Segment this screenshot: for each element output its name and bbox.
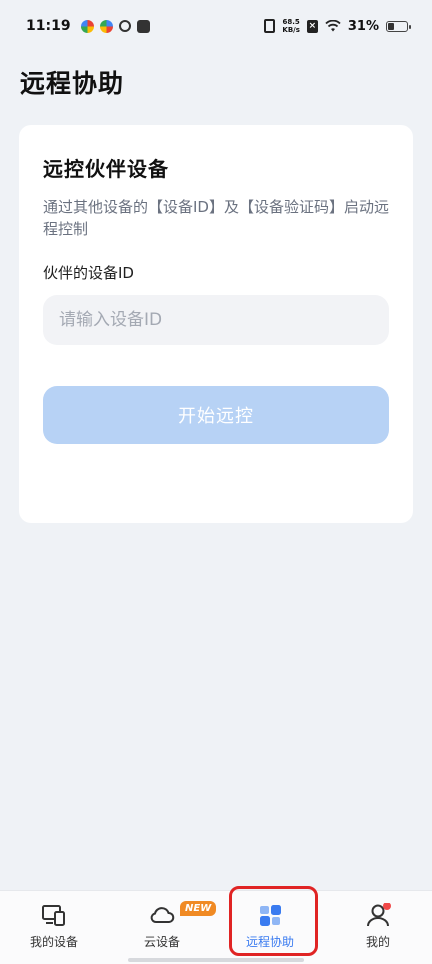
notification-dot: [383, 903, 391, 910]
status-time: 11:19: [26, 18, 71, 34]
link-notification-icon: [118, 20, 131, 32]
nav-item-remote-assist[interactable]: 远程协助: [216, 891, 324, 964]
page-title: 远程协助: [20, 69, 125, 98]
profile-icon: [367, 903, 391, 927]
nav-item-my-devices[interactable]: 我的设备: [0, 891, 108, 964]
status-left: 11:19: [26, 18, 150, 34]
network-speed-value: 68.5: [282, 18, 300, 26]
nav-label-profile: 我的: [365, 935, 390, 949]
home-indicator[interactable]: [128, 958, 304, 962]
battery-percent: 31%: [347, 18, 379, 34]
nav-label-cloud-devices: 云设备: [143, 935, 180, 949]
no-sim-icon: ×: [306, 19, 318, 33]
status-bar: 11:19 68.5 KB/s × 31%: [0, 0, 432, 52]
battery-icon: [386, 20, 411, 32]
status-right: 68.5 KB/s × 31%: [264, 18, 411, 34]
remote-control-card: 远控伙伴设备 通过其他设备的【设备ID】及【设备验证码】启动远程控制 伙伴的设备…: [19, 125, 413, 523]
device-id-label: 伙伴的设备ID: [43, 264, 134, 282]
devices-icon: [42, 905, 65, 926]
app-notification-icon: [80, 19, 94, 33]
remote-assist-icon: [260, 905, 281, 926]
wifi-icon: [325, 20, 341, 32]
nav-label-remote-assist: 远程协助: [245, 935, 294, 949]
nav-item-profile[interactable]: 我的: [324, 891, 432, 964]
start-remote-button[interactable]: 开始远控: [43, 386, 389, 444]
app-notification-icon: [99, 19, 113, 33]
card-title: 远控伙伴设备: [43, 157, 169, 181]
new-badge: NEW: [180, 901, 217, 916]
battery-level: [388, 22, 394, 30]
device-id-input[interactable]: [43, 295, 389, 345]
network-speed: 68.5 KB/s: [282, 18, 299, 34]
bottom-nav: 我的设备 云设备 远程协助 我的: [0, 890, 432, 964]
card-description: 通过其他设备的【设备ID】及【设备验证码】启动远程控制: [43, 198, 389, 238]
vibrate-icon: [264, 19, 276, 33]
message-notification-icon: [136, 19, 150, 33]
nav-label-my-devices: 我的设备: [29, 935, 78, 949]
network-speed-unit: KB/s: [282, 26, 300, 34]
cloud-icon: [150, 907, 175, 924]
